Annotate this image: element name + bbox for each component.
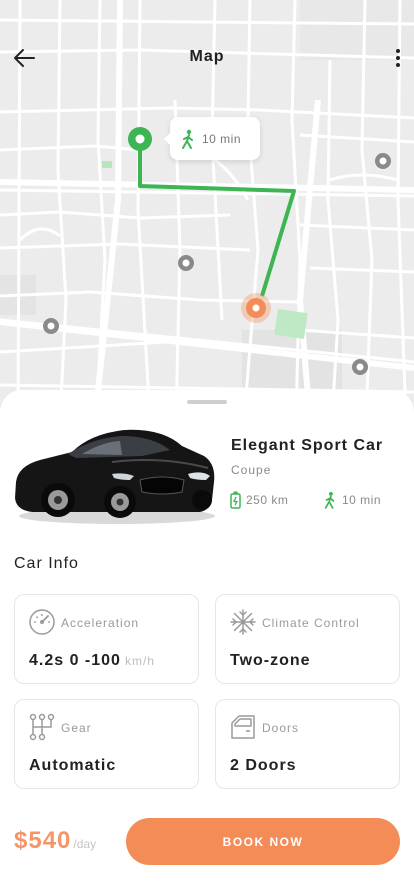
map-view[interactable]: 10 min Map — [0, 0, 414, 420]
destination-marker[interactable] — [240, 292, 272, 324]
book-now-button[interactable]: BOOK NOW — [126, 818, 400, 865]
walk-time-text: 10 min — [202, 131, 242, 146]
car-info-title: Car Info — [14, 555, 79, 572]
climate-control-card: Climate Control Two-zone — [215, 594, 400, 684]
gearbox-icon — [29, 713, 55, 741]
walk-time-text: 10 min — [342, 493, 382, 507]
walking-icon — [324, 491, 335, 509]
snowflake-icon — [230, 609, 256, 635]
acceleration-unit: km/h — [124, 654, 155, 668]
doors-label: Doors — [262, 721, 300, 735]
walk-stat: 10 min — [323, 491, 381, 509]
speedometer-icon — [29, 609, 55, 635]
battery-icon — [230, 491, 241, 509]
climate-control-label: Climate Control — [262, 616, 360, 630]
car-location-marker[interactable] — [177, 254, 195, 272]
car-image — [15, 429, 215, 524]
doors-card: Doors 2 Doors — [215, 699, 400, 789]
more-vertical-icon — [396, 49, 400, 67]
climate-control-value: Two-zone — [230, 652, 311, 669]
walking-icon — [182, 129, 193, 149]
car-name: Elegant Sport Car — [231, 437, 384, 454]
more-options-button[interactable] — [386, 42, 410, 74]
price-amount: $540 — [14, 827, 72, 854]
range-stat: 250 km — [230, 491, 288, 509]
car-details-sheet: Elegant Sport Car Coupe 250 km 10 min Ca… — [0, 390, 414, 896]
sheet-drag-handle[interactable] — [187, 400, 227, 404]
gear-value: Automatic — [29, 757, 117, 774]
page-title: Map — [189, 48, 225, 65]
car-door-icon — [231, 715, 255, 739]
price: $540 /day — [14, 827, 96, 855]
car-location-marker[interactable] — [42, 317, 60, 335]
doors-value: 2 Doors — [230, 757, 297, 774]
acceleration-value: 4.2s 0 -100 km/h — [29, 652, 155, 669]
car-location-marker[interactable] — [351, 358, 369, 376]
gear-label: Gear — [61, 721, 92, 735]
acceleration-label: Acceleration — [61, 616, 140, 630]
acceleration-card: Acceleration 4.2s 0 -100 km/h — [14, 594, 199, 684]
start-location-marker — [128, 127, 152, 151]
range-text: 250 km — [246, 493, 289, 507]
car-type: Coupe — [231, 463, 272, 477]
price-period: /day — [73, 837, 97, 851]
gear-card: Gear Automatic — [14, 699, 199, 789]
walk-time-bubble: 10 min — [164, 117, 260, 160]
car-location-marker[interactable] — [374, 152, 392, 170]
